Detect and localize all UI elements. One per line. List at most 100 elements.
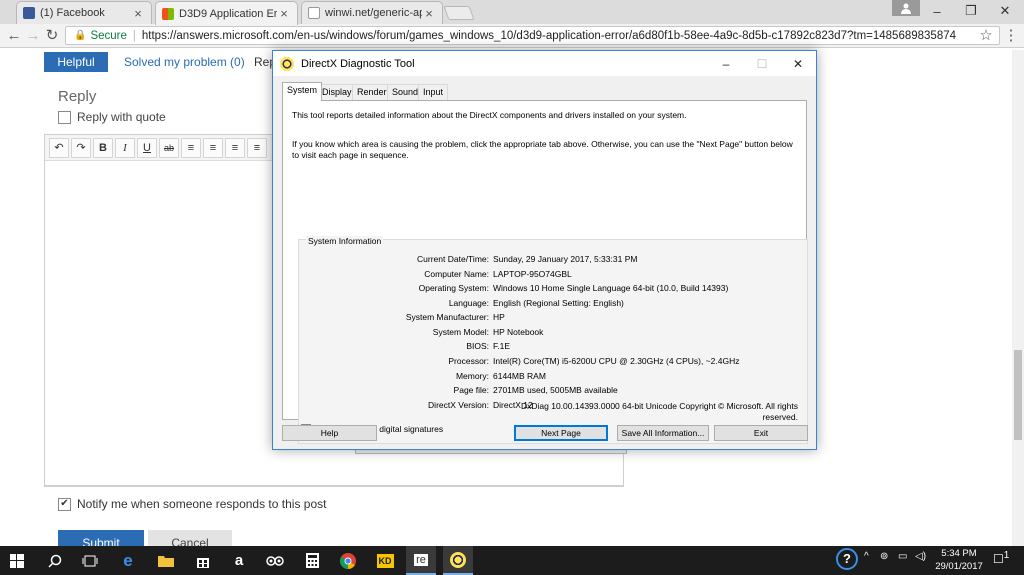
tripadvisor-icon[interactable]	[260, 546, 290, 575]
battery-icon[interactable]: ▭	[898, 551, 907, 562]
tab-display[interactable]: Display	[317, 84, 357, 100]
copyright-footer: DxDiag 10.00.14393.0000 64-bit Unicode C…	[521, 401, 798, 422]
back-icon[interactable]: ←	[5, 26, 23, 44]
tab-label: winwi.net/generic-applic	[325, 7, 422, 19]
notify-checkbox[interactable]: ✔	[58, 497, 71, 511]
tab-label: D3D9 Application Error –	[179, 7, 277, 20]
dialog-close-icon[interactable]: ✕	[780, 51, 816, 76]
reply-quote-checkbox[interactable]	[58, 110, 71, 124]
dialog-title: DirectX Diagnostic Tool	[301, 57, 415, 70]
search-icon[interactable]	[40, 546, 70, 575]
amazon-icon[interactable]: a	[224, 546, 254, 575]
task-view-icon[interactable]	[75, 546, 105, 575]
undo-icon[interactable]: ↶	[49, 137, 69, 158]
address-bar[interactable]: 🔒 Secure | https://answers.microsoft.com…	[65, 26, 1000, 45]
submit-button[interactable]: Submit	[58, 530, 144, 546]
close-tab-icon[interactable]: ×	[131, 6, 145, 21]
windows-start-icon[interactable]	[2, 546, 32, 575]
reply-with-quote[interactable]: Reply with quote	[58, 110, 166, 124]
bold-icon[interactable]: B	[93, 137, 113, 158]
scrollbar-thumb[interactable]	[1014, 350, 1022, 440]
reload-icon[interactable]: ↻	[43, 26, 61, 44]
close-tab-icon[interactable]: ×	[422, 6, 436, 21]
info-row: Language: English (Regional Setting: Engl…	[448, 298, 624, 308]
dialog-maximize-icon[interactable]: ☐	[744, 51, 780, 76]
dialog-minimize-icon[interactable]: –	[708, 51, 744, 76]
directx-taskbar-icon[interactable]	[443, 546, 473, 575]
align-center-icon[interactable]: ≡	[203, 137, 223, 158]
close-window-icon[interactable]: ✕	[988, 0, 1022, 22]
group-title: System Information	[306, 236, 384, 247]
page-scrollbar[interactable]	[1012, 50, 1024, 546]
help-button[interactable]: Help	[282, 425, 377, 441]
tab-label: (1) Facebook	[40, 7, 105, 19]
browser-tab-strip	[0, 0, 1024, 24]
bookmark-star-icon[interactable]: ☆	[977, 26, 995, 44]
info-row: Computer Name: LAPTOP-95O74GBL	[424, 269, 572, 279]
page-icon	[308, 7, 320, 19]
volume-icon[interactable]: ◁)	[915, 551, 926, 562]
lock-icon: 🔒	[74, 30, 87, 41]
exit-button[interactable]: Exit	[714, 425, 808, 441]
solved-problem-link[interactable]: Solved my problem (0)	[124, 55, 245, 69]
notification-count: 1	[1003, 550, 1010, 561]
kd-app-icon[interactable]: KD	[370, 546, 400, 575]
helpful-button[interactable]: Helpful	[44, 52, 108, 72]
info-row: System Model: HP Notebook	[432, 327, 544, 337]
menu-icon[interactable]: ⋮	[1002, 26, 1020, 44]
redo-icon[interactable]: ↷	[71, 137, 91, 158]
network-icon[interactable]: ⊚	[880, 551, 888, 562]
notify-option[interactable]: ✔ Notify me when someone responds to thi…	[58, 497, 326, 511]
clock-date[interactable]: 29/01/2017	[934, 561, 984, 572]
underline-icon[interactable]: U	[137, 137, 157, 158]
info-row: Page file: 2701MB used, 5005MB available	[453, 385, 618, 395]
minimize-icon[interactable]: –	[920, 0, 954, 22]
re-text: re	[414, 553, 428, 566]
instructions-text: If you know which area is causing the pr…	[292, 139, 793, 160]
strikethrough-icon[interactable]: ab	[159, 137, 179, 158]
italic-icon[interactable]: I	[115, 137, 135, 158]
restore-icon[interactable]: ❐	[954, 0, 988, 22]
divider	[44, 486, 624, 487]
action-center-icon[interactable]: ☐1	[993, 550, 1009, 566]
tab-input[interactable]: Input	[418, 84, 449, 100]
system-tab-panel: This tool reports detailed information a…	[282, 100, 808, 444]
tab-system[interactable]: System	[282, 82, 323, 101]
info-row: Memory: 6144MB RAM	[455, 371, 546, 381]
align-left-icon[interactable]: ≡	[181, 137, 201, 158]
reply-quote-label: Reply with quote	[77, 110, 166, 124]
intro-text: This tool reports detailed information a…	[292, 110, 687, 120]
align-right-icon[interactable]: ≡	[225, 137, 245, 158]
chevron-up-icon[interactable]: ^	[864, 551, 869, 562]
new-tab-button[interactable]	[443, 6, 475, 20]
url-text: https://answers.microsoft.com/en-us/wind…	[141, 29, 957, 42]
info-row: System Manufacturer: HP	[405, 312, 505, 322]
help-question-icon[interactable]: ?	[836, 548, 858, 570]
tab-render[interactable]: Render	[352, 84, 392, 100]
chrome-icon[interactable]	[333, 546, 363, 575]
next-page-button[interactable]: Next Page	[514, 425, 608, 441]
tab-winwi[interactable]: winwi.net/generic-applic ×	[301, 1, 443, 24]
secure-label: Secure	[90, 29, 127, 42]
forward-icon[interactable]: →	[24, 26, 42, 44]
edge-icon[interactable]: e	[113, 546, 143, 575]
tab-facebook[interactable]: (1) Facebook ×	[16, 1, 152, 24]
re-app-icon[interactable]: re	[406, 546, 436, 575]
profile-icon[interactable]	[892, 0, 920, 16]
reply-title: Reply	[58, 88, 97, 105]
info-row: Operating System: Windows 10 Home Single …	[418, 283, 729, 293]
notify-label: Notify me when someone responds to this …	[77, 497, 327, 511]
tab-d3d9-error[interactable]: D3D9 Application Error – ×	[155, 1, 298, 25]
store-icon[interactable]	[188, 546, 218, 575]
close-tab-icon[interactable]: ×	[277, 6, 291, 21]
justify-icon[interactable]: ≡	[247, 137, 267, 158]
clock-time[interactable]: 5:34 PM	[934, 548, 984, 559]
cancel-button[interactable]: Cancel	[148, 530, 232, 546]
editor-toolbar: ↶ ↷ B I U ab ≡ ≡ ≡ ≡	[45, 135, 275, 161]
info-row: Current Date/Time: Sunday, 29 January 201…	[417, 254, 638, 264]
separator: |	[132, 29, 136, 42]
kd-text: KD	[376, 553, 394, 568]
calculator-icon[interactable]	[297, 546, 327, 575]
file-explorer-icon[interactable]	[151, 546, 181, 575]
save-all-information-button[interactable]: Save All Information...	[617, 425, 709, 441]
